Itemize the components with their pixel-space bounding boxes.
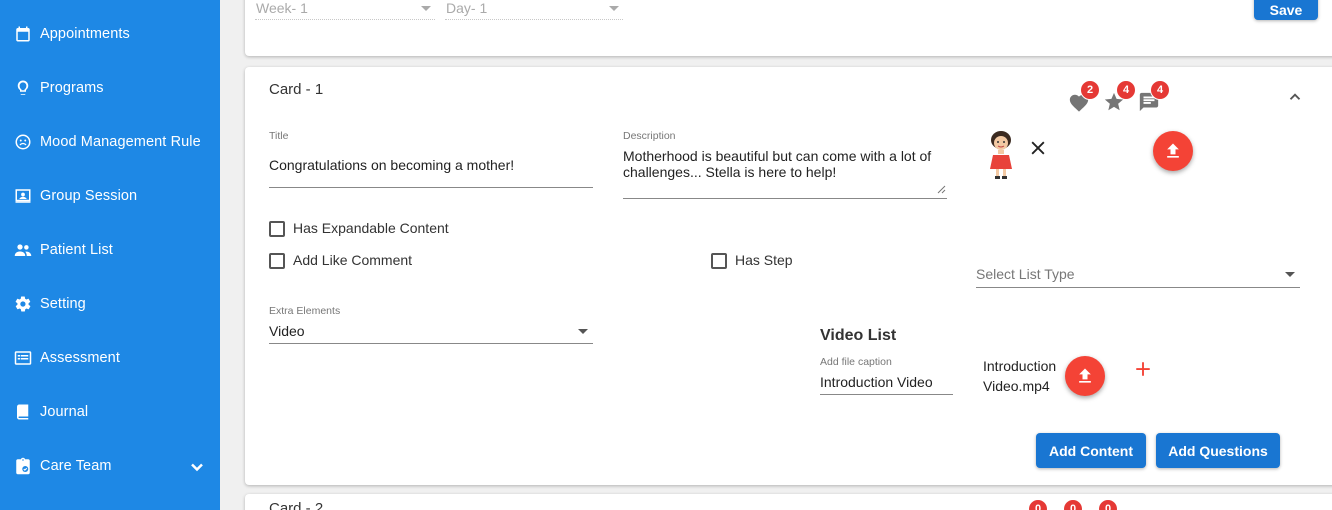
video-list-heading: Video List: [820, 327, 897, 344]
file-caption-label: Add file caption: [820, 356, 892, 368]
file-caption-underline: [820, 394, 953, 395]
sidebar-item-care-team[interactable]: Care Team: [0, 446, 220, 486]
sidebar-item-label: Mood Management Rule: [40, 134, 201, 150]
add-like-comment-label: Add Like Comment: [293, 252, 413, 268]
comments-count-badge: 0: [1098, 499, 1118, 510]
resize-handle-icon[interactable]: [936, 184, 946, 194]
sidebar-item-label: Care Team: [40, 458, 112, 474]
has-expandable-content-label: Has Expandable Content: [293, 220, 449, 236]
people-icon: [14, 244, 32, 256]
sidebar-item-mood-management-rule[interactable]: Mood Management Rule: [0, 122, 220, 162]
chevron-up-icon[interactable]: [1286, 88, 1304, 106]
list-type-placeholder: Select List Type: [976, 266, 1075, 282]
sidebar-item-label: Patient List: [40, 242, 113, 258]
list-type-underline: [976, 287, 1300, 288]
has-expandable-content-checkbox[interactable]: [269, 221, 285, 237]
file-caption-input[interactable]: Introduction Video: [820, 374, 933, 390]
clipboard-icon: [16, 457, 30, 475]
sidebar-item-programs[interactable]: Programs: [0, 68, 220, 108]
upload-video-button[interactable]: [1065, 356, 1105, 396]
content-card-2: Card - 2 0 0 0: [245, 494, 1332, 510]
dropdown-arrow-icon: [421, 6, 431, 11]
book-icon: [17, 404, 29, 420]
sidebar-item-label: Group Session: [40, 188, 138, 204]
save-button-label: Save: [1269, 2, 1303, 18]
week-select[interactable]: Week- 1: [255, 0, 435, 20]
sidebar-item-label: Programs: [40, 80, 104, 96]
day-select-value: Day- 1: [446, 0, 488, 16]
close-icon[interactable]: [1028, 138, 1048, 158]
sidebar-item-label: Appointments: [40, 26, 130, 42]
likes-count-badge: 2: [1080, 80, 1100, 100]
group-session-icon: [15, 189, 31, 203]
add-questions-button[interactable]: Add Questions: [1156, 433, 1280, 468]
mother-illustration-image: [990, 131, 1012, 179]
week-select-value: Week- 1: [256, 0, 308, 16]
save-button[interactable]: Save: [1254, 0, 1318, 20]
sidebar-item-label: Journal: [40, 404, 89, 420]
sidebar-item-patient-list[interactable]: Patient List: [0, 230, 220, 270]
add-video-icon[interactable]: [1134, 360, 1152, 378]
comments-count-badge: 4: [1150, 80, 1170, 100]
upload-image-button[interactable]: [1153, 131, 1193, 171]
program-header-card: Week- 1 Day- 1 Save: [245, 0, 1332, 56]
extra-elements-label: Extra Elements: [269, 305, 341, 317]
sidebar-item-appointments[interactable]: Appointments: [0, 14, 220, 54]
add-content-button[interactable]: Add Content: [1036, 433, 1146, 468]
description-field-underline: [623, 198, 947, 199]
sidebar-item-group-session[interactable]: Group Session: [0, 176, 220, 216]
description-field[interactable]: Motherhood is beautiful but can come wit…: [623, 148, 945, 180]
title-field[interactable]: Congratulations on becoming a mother!: [269, 157, 514, 173]
dropdown-arrow-icon: [609, 6, 619, 11]
card-title: Card - 1: [269, 81, 324, 98]
sidebar-item-journal[interactable]: Journal: [0, 392, 220, 432]
sidebar: Appointments Programs Mood Management Ru…: [0, 0, 220, 510]
chevron-down-icon[interactable]: [187, 457, 207, 477]
has-step-label: Has Step: [735, 252, 793, 268]
extra-elements-underline: [269, 343, 593, 344]
main-content: Week- 1 Day- 1 Save Card - 1 2 4 4 Title…: [220, 0, 1332, 510]
card-title: Card - 2: [269, 500, 324, 510]
assessment-icon: [14, 351, 32, 365]
title-field-underline: [269, 187, 593, 188]
likes-count-badge: 0: [1028, 499, 1048, 510]
has-step-checkbox[interactable]: [711, 253, 727, 269]
gear-icon: [15, 296, 31, 312]
extra-elements-value: Video: [269, 323, 305, 339]
sidebar-item-label: Assessment: [40, 350, 120, 366]
add-like-comment-checkbox[interactable]: [269, 253, 285, 269]
extra-elements-select[interactable]: Video: [269, 320, 593, 344]
stars-count-badge: 4: [1116, 80, 1136, 100]
upload-icon: [1079, 368, 1091, 383]
sidebar-item-label: Setting: [40, 296, 86, 312]
add-questions-label: Add Questions: [1168, 442, 1268, 459]
title-field-label: Title: [269, 130, 289, 142]
dropdown-arrow-icon: [1285, 272, 1295, 277]
content-card-1: Card - 1 2 4 4 Title Congratulations on …: [245, 67, 1332, 485]
sidebar-item-assessment[interactable]: Assessment: [0, 338, 220, 378]
calendar-icon: [16, 26, 30, 42]
mood-icon: [15, 134, 31, 150]
sidebar-item-setting[interactable]: Setting: [0, 284, 220, 324]
lightbulb-icon: [17, 80, 29, 95]
description-field-label: Description: [623, 130, 676, 142]
video-file-name: Introduction Video.mp4: [983, 358, 1057, 394]
day-select[interactable]: Day- 1: [445, 0, 623, 20]
upload-icon: [1167, 143, 1179, 158]
add-content-label: Add Content: [1049, 442, 1133, 459]
dropdown-arrow-icon: [578, 329, 588, 334]
stars-count-badge: 0: [1063, 499, 1083, 510]
list-type-select[interactable]: Select List Type: [976, 263, 1300, 289]
